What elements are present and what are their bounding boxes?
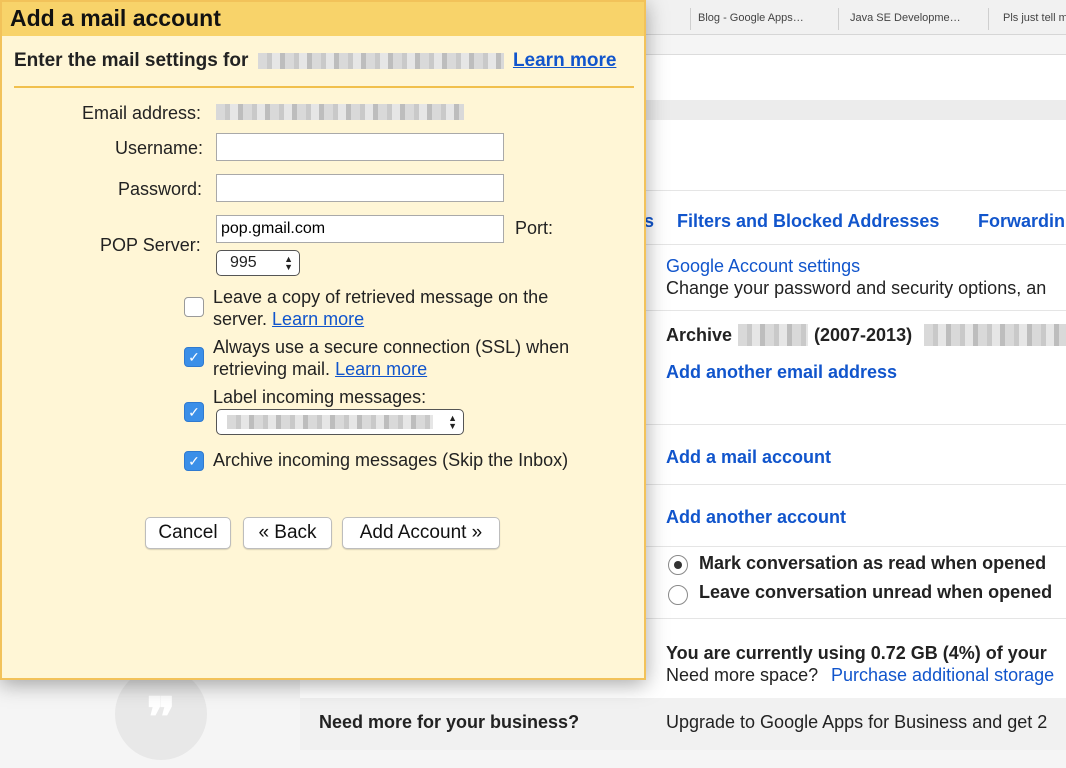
dialog-titlebar[interactable]: Add a mail account	[2, 2, 644, 36]
port-select[interactable]: 995 ▲ ▼	[216, 250, 300, 276]
archive-incoming-checkbox[interactable]: ✓	[184, 451, 204, 471]
ssl-learn-more-link[interactable]: Learn more	[335, 359, 427, 379]
bookmark-separator	[988, 8, 989, 30]
leave-copy-learn-more-link[interactable]: Learn more	[272, 309, 364, 329]
more-space-text: Need more space?	[666, 665, 819, 685]
bookmark-java[interactable]: Java SE Developme…	[850, 12, 970, 24]
ssl-option: Always use a secure connection (SSL) whe…	[213, 336, 605, 380]
dialog-divider	[14, 86, 634, 88]
pop-server-label: POP Server:	[100, 235, 201, 255]
quote-icon: ❞	[115, 668, 207, 760]
add-another-account-link[interactable]: Add another account	[666, 507, 846, 528]
business-label: Need more for your business?	[319, 712, 580, 732]
port-value: 995	[230, 254, 257, 271]
back-button[interactable]: « Back	[243, 517, 332, 549]
label-incoming-checkbox[interactable]: ✓	[184, 402, 204, 422]
header-text: Enter the mail settings for	[14, 50, 249, 71]
add-account-button[interactable]: Add Account »	[342, 517, 500, 549]
radio-mark-read-label: Mark conversation as read when opened	[699, 553, 1047, 573]
business-bar: Need more for your business? Upgrade to …	[300, 698, 1066, 750]
radio-mark-read[interactable]	[668, 555, 688, 575]
select-arrows-icon: ▲ ▼	[448, 413, 457, 431]
redacted-text	[738, 324, 808, 346]
storage-usage: You are currently using 0.72 GB (4%) of …	[666, 643, 1047, 663]
bookmark-blog[interactable]: Blog - Google Apps…	[698, 12, 818, 24]
radio-leave-unread[interactable]	[668, 585, 688, 605]
header-learn-more-link[interactable]: Learn more	[513, 50, 616, 71]
tab-forwarding[interactable]: Forwardin	[978, 211, 1065, 232]
password-input[interactable]	[216, 174, 504, 202]
bookmark-separator	[690, 8, 691, 30]
leave-copy-label: Leave a copy of retrieved message on the…	[213, 287, 549, 329]
label-incoming-label: Label incoming messages:	[213, 387, 427, 407]
toolbar-strip	[640, 100, 1066, 120]
username-label: Username:	[115, 138, 204, 158]
address-bar[interactable]	[640, 54, 1066, 102]
archive-label: Archive	[666, 325, 733, 345]
business-text: Upgrade to Google Apps for Business and …	[666, 712, 1048, 732]
bookmark-pls[interactable]: Pls just tell m	[1003, 12, 1066, 24]
leave-copy-checkbox[interactable]	[184, 297, 204, 317]
select-arrows-icon: ▲ ▼	[284, 254, 293, 272]
pop-server-input[interactable]	[216, 215, 504, 243]
add-mail-account-link[interactable]: Add a mail account	[666, 447, 831, 468]
archive-years: (2007-2013)	[814, 325, 913, 345]
redacted-text	[924, 324, 1066, 346]
tab-filters[interactable]: Filters and Blocked Addresses	[677, 211, 939, 232]
password-label: Password:	[118, 179, 203, 199]
redacted-email	[257, 52, 504, 69]
add-mail-account-dialog: Add a mail account Enter the mail settin…	[0, 0, 646, 680]
label-select[interactable]: ▲ ▼	[216, 409, 464, 435]
port-label: Port:	[515, 218, 554, 238]
dialog-title: Add a mail account	[10, 5, 221, 31]
redacted-label-value	[227, 415, 433, 429]
leave-copy-option: Leave a copy of retrieved message on the…	[213, 286, 593, 330]
google-account-settings-link[interactable]: Google Account settings	[666, 256, 860, 277]
purchase-storage-link[interactable]: Purchase additional storage	[831, 665, 1054, 686]
redacted-email-address	[216, 104, 464, 120]
add-email-link[interactable]: Add another email address	[666, 362, 897, 383]
radio-leave-unread-label: Leave conversation unread when opened	[699, 582, 1053, 602]
google-account-desc: Change your password and security option…	[666, 278, 1047, 298]
dialog-header: Enter the mail settings for Learn more	[14, 50, 616, 72]
bookmark-separator	[838, 8, 839, 30]
archive-incoming-label: Archive incoming messages (Skip the Inbo…	[213, 450, 569, 470]
cancel-button[interactable]: Cancel	[145, 517, 231, 549]
username-input[interactable]	[216, 133, 504, 161]
email-label: Email address:	[82, 103, 202, 123]
ssl-checkbox[interactable]: ✓	[184, 347, 204, 367]
